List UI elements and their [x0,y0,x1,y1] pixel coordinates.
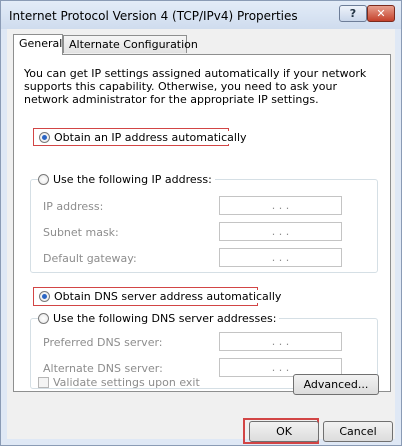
ip-manual-label: Use the following IP address: [53,173,212,186]
tab-general[interactable]: General [13,34,63,55]
dns-auto-radio[interactable]: Obtain DNS server address automatically [39,290,285,303]
advanced-button[interactable]: Advanced... [293,374,379,395]
dns-manual-radio[interactable]: Use the following DNS server addresses: [38,312,280,325]
cancel-button[interactable]: Cancel [323,421,393,442]
help-icon: ? [349,7,357,20]
description-text: You can get IP settings assigned automat… [24,67,367,106]
help-button[interactable]: ? [339,5,367,22]
close-button[interactable]: ✕ [367,5,395,22]
default-gateway-label: Default gateway: [43,252,137,265]
preferred-dns-input[interactable]: . . . [219,332,342,351]
title-bar[interactable]: Internet Protocol Version 4 (TCP/IPv4) P… [1,1,401,29]
validate-label: Validate settings upon exit [53,376,200,389]
radio-checked-icon [39,132,50,143]
ip-address-input[interactable]: . . . [219,196,342,215]
tab-alternate-configuration[interactable]: Alternate Configuration [63,35,198,53]
dns-manual-label: Use the following DNS server addresses: [53,312,277,325]
alternate-dns-label: Alternate DNS server: [43,362,163,375]
window-title: Internet Protocol Version 4 (TCP/IPv4) P… [9,9,298,23]
default-gateway-input[interactable]: . . . [219,248,342,267]
ok-button[interactable]: OK [249,421,319,442]
subnet-mask-input[interactable]: . . . [219,222,342,241]
general-tab-panel: You can get IP settings assigned automat… [13,54,391,395]
dialog-client: General Alternate Configuration You can … [7,29,395,444]
preferred-dns-label: Preferred DNS server: [43,336,163,349]
close-icon: ✕ [376,7,386,20]
ip-manual-radio[interactable]: Use the following IP address: [38,173,215,186]
dialog-window: Internet Protocol Version 4 (TCP/IPv4) P… [0,0,402,446]
radio-unchecked-icon [38,313,49,324]
radio-unchecked-icon [38,174,49,185]
ip-auto-radio[interactable]: Obtain an IP address automatically [39,131,250,144]
radio-checked-icon [39,291,50,302]
dns-auto-label: Obtain DNS server address automatically [54,290,282,303]
ip-auto-label: Obtain an IP address automatically [54,131,247,144]
checkbox-unchecked-icon [38,377,49,388]
validate-checkbox[interactable]: Validate settings upon exit [38,376,200,389]
ip-address-label: IP address: [43,200,104,213]
subnet-mask-label: Subnet mask: [43,226,119,239]
